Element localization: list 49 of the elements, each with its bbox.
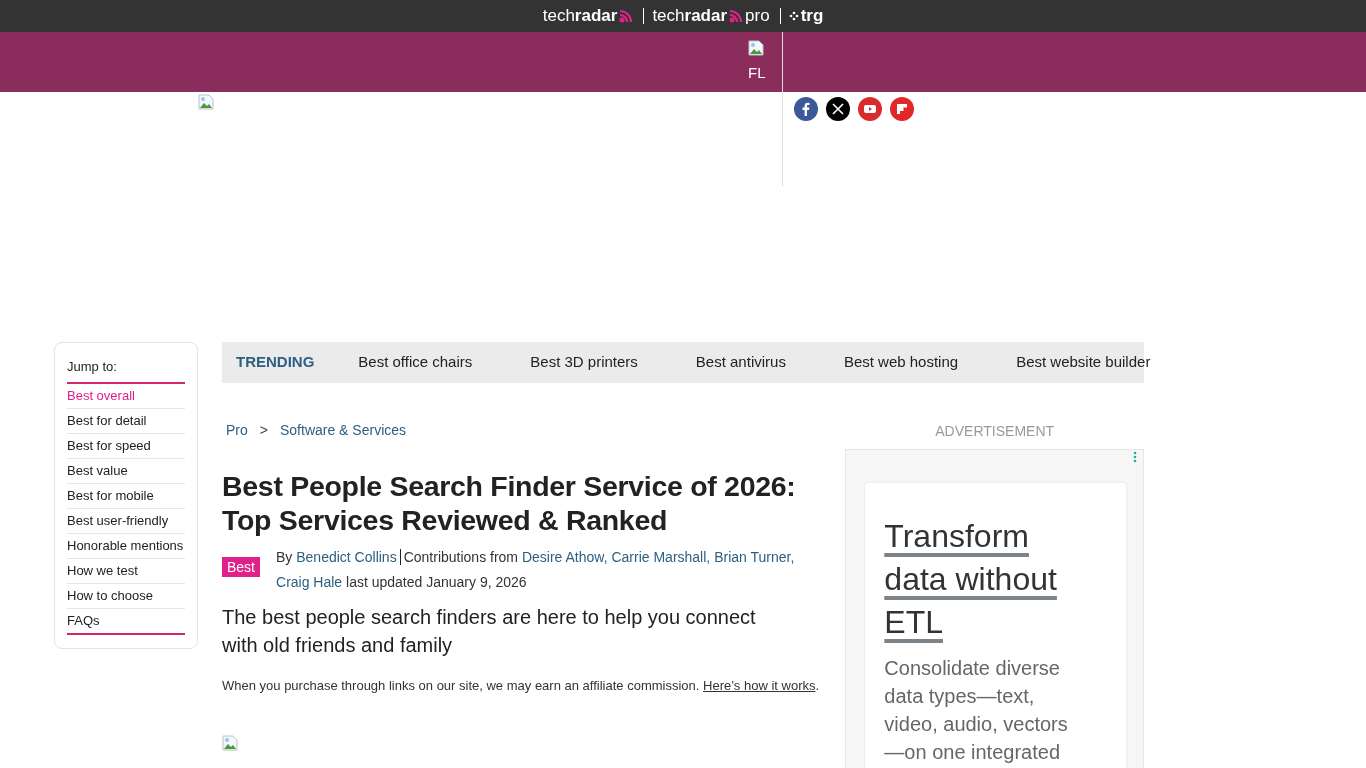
broken-image-icon: [748, 40, 764, 56]
jump-to-link[interactable]: How to choose: [67, 582, 185, 608]
brand-suffix: pro: [745, 5, 770, 28]
jump-to-title: Jump to:: [67, 357, 185, 384]
jump-to-link[interactable]: Best value: [67, 457, 185, 483]
jump-to-link[interactable]: Best for speed: [67, 432, 185, 458]
broken-image-icon: [198, 94, 214, 110]
brand-logo[interactable]: trg: [800, 3, 824, 29]
signal-icon: [729, 9, 744, 23]
jump-to-link[interactable]: How we test: [67, 557, 185, 583]
trending-link[interactable]: Best web hosting: [843, 351, 959, 374]
signal-icon: [619, 9, 634, 23]
advertisement-label: ADVERTISEMENT: [934, 422, 1056, 441]
trending-link[interactable]: Best 3D printers: [530, 351, 638, 374]
brand-logo[interactable]: techradar: [652, 3, 728, 29]
contributor-link[interactable]: Carrie Marshall,: [611, 549, 711, 565]
flipboard-icon[interactable]: [890, 97, 914, 121]
contributor-link[interactable]: Craig Hale: [276, 574, 343, 590]
contributor-link[interactable]: Brian Turner,: [714, 549, 795, 565]
jump-to-link[interactable]: Best for detail: [67, 407, 185, 433]
trending-link[interactable]: Best antivirus: [695, 351, 786, 374]
ad-headline[interactable]: Transform data without ETL: [884, 515, 1080, 644]
contributor-link[interactable]: Desire Athow,: [521, 549, 608, 565]
brand-logo[interactable]: techradar: [542, 3, 618, 29]
banner-caption: FL: [748, 64, 766, 82]
broken-image-icon: [222, 735, 238, 751]
byline: By Benedict Collins Contributions from Desire Athow, Carrie Marshall, Brian Turner, Craig Hale last updated January 9, 2026: [276, 548, 796, 592]
category-badge: Best: [222, 557, 260, 577]
trending-link[interactable]: Best website builder: [1016, 351, 1151, 374]
author-link[interactable]: Benedict Collins: [296, 549, 397, 565]
breadcrumb-link[interactable]: Software & Services: [280, 420, 407, 441]
youtube-icon[interactable]: [858, 97, 882, 121]
trending-link[interactable]: Best office chairs: [358, 351, 473, 374]
jump-to-link[interactable]: Best user-friendly: [67, 507, 185, 533]
x-icon[interactable]: [826, 97, 850, 121]
affiliate-disclaimer: When you purchase through links on our site, we may earn an affiliate commission. Here’s how it works.: [222, 677, 820, 695]
trending-label: TRENDING: [236, 352, 315, 373]
jump-to-link[interactable]: FAQs: [67, 607, 185, 633]
breadcrumb-separator: >: [259, 421, 268, 440]
dots-icon: [788, 11, 799, 21]
article-title: Best People Search Finder Service of 2026: Top Services Reviewed & Ranked: [222, 469, 797, 537]
jump-to-link[interactable]: Best for mobile: [67, 482, 185, 508]
jump-to-link[interactable]: Honorable mentions: [67, 532, 185, 558]
strapline: The best people search finders are here to help you connect with old friends and family: [222, 605, 757, 658]
more-icon[interactable]: [1133, 451, 1137, 463]
ad-body: Consolidate diverse data types—text, video, audio, vectors —on one integrated: [884, 656, 1069, 765]
breadcrumb-link[interactable]: Pro: [226, 420, 248, 441]
jump-to-link[interactable]: Best overall: [67, 383, 185, 408]
facebook-icon[interactable]: [794, 97, 818, 121]
